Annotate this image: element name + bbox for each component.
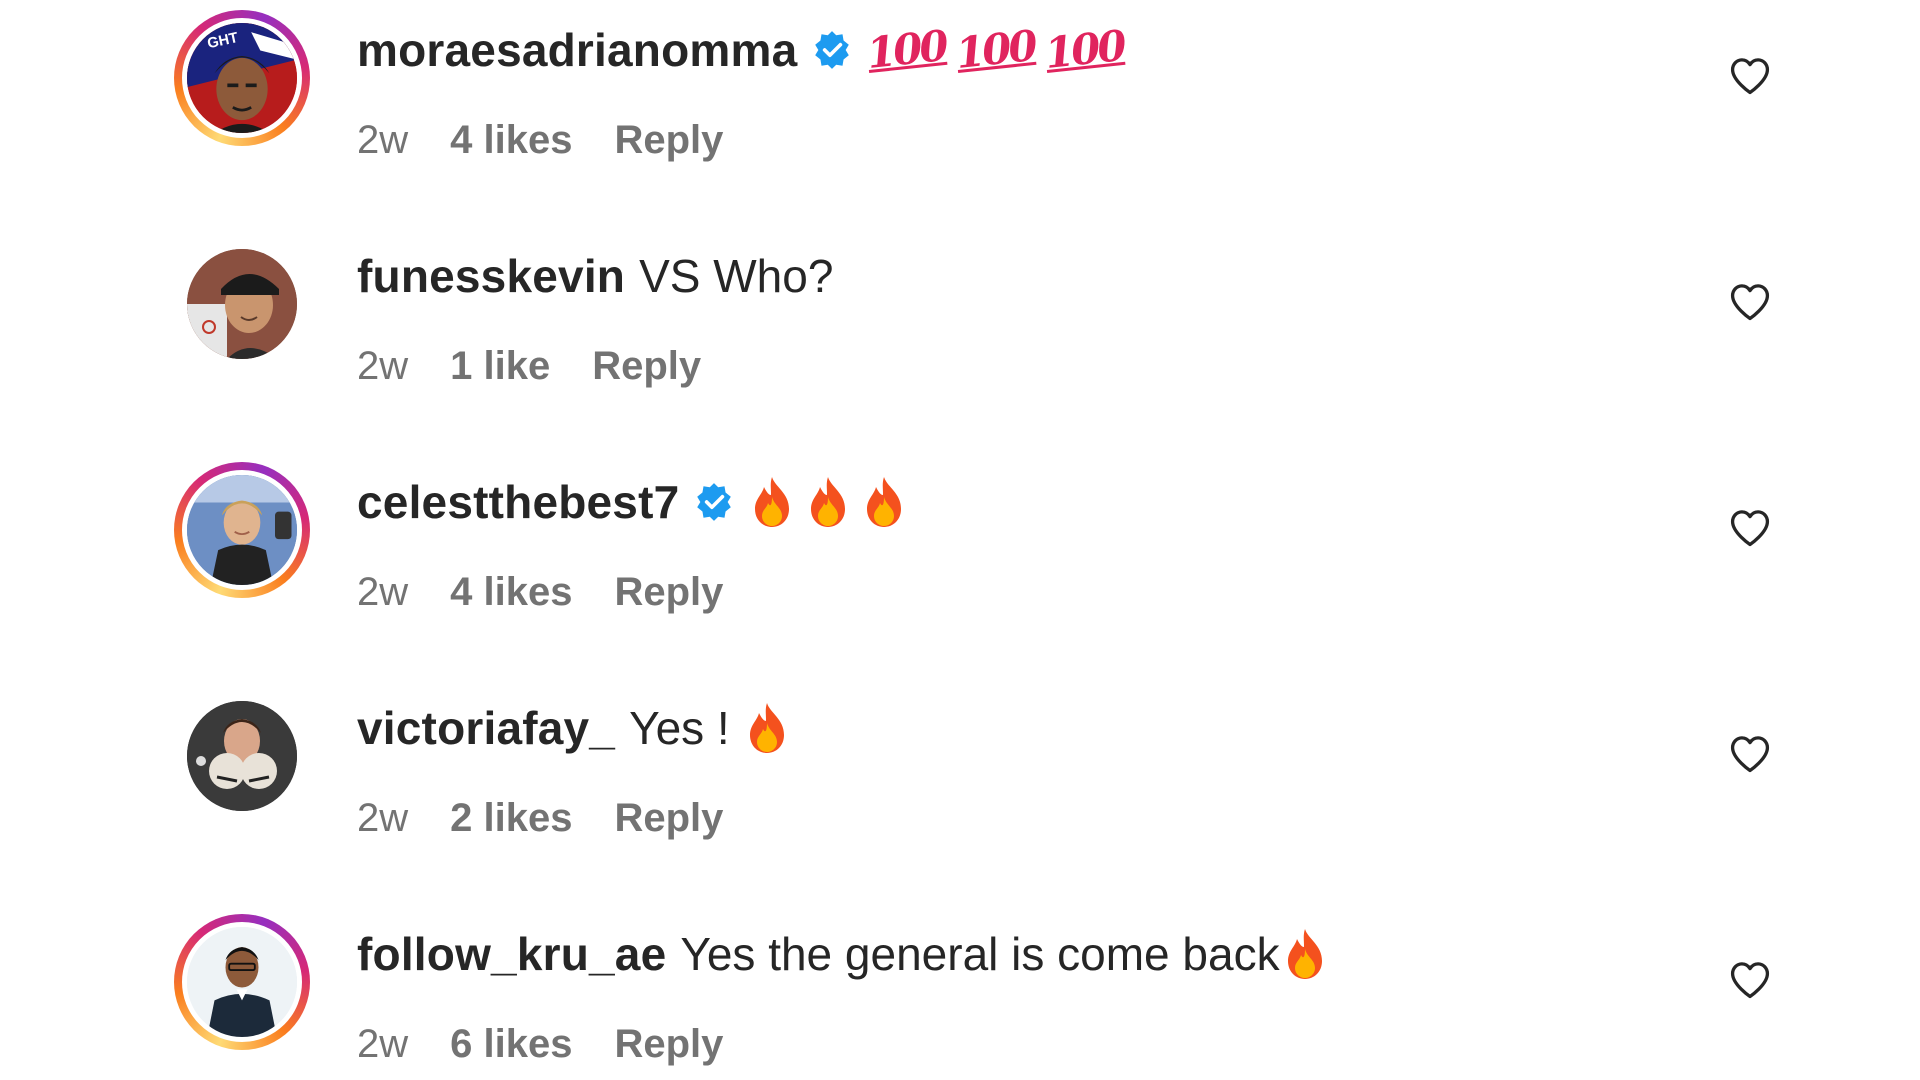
comment-time: 2w: [357, 796, 409, 840]
heart-outline-icon[interactable]: [1728, 958, 1772, 1002]
comment-meta: 2w 6 likes Reply: [357, 1018, 723, 1070]
avatar: GHT: [182, 18, 302, 138]
avatar-illustration-icon: GHT: [187, 23, 297, 133]
reply-button[interactable]: Reply: [614, 566, 723, 618]
avatar-photo-icon: [187, 249, 297, 359]
comment-time: 2w: [357, 118, 409, 162]
username[interactable]: moraesadrianomma: [357, 20, 797, 80]
fire-icon: [755, 477, 790, 527]
emoji-group: 100 100 100: [865, 20, 1126, 80]
avatar: [182, 922, 302, 1042]
comment-meta: 2w 2 likes Reply: [357, 792, 723, 844]
avatar-photo-icon: [187, 475, 297, 585]
avatar-wrap[interactable]: [174, 236, 310, 372]
avatar-story-ring[interactable]: [174, 914, 310, 1050]
avatar: [187, 701, 297, 811]
username[interactable]: follow_kru_ae: [357, 924, 666, 984]
reply-button[interactable]: Reply: [592, 340, 701, 392]
reply-button[interactable]: Reply: [614, 114, 723, 166]
comment-item: victoriafay_ Yes ! 2w 2 likes Reply: [0, 684, 1920, 884]
username[interactable]: victoriafay_: [357, 698, 615, 758]
reply-button[interactable]: Reply: [614, 792, 723, 844]
likes-count[interactable]: 2 likes: [450, 792, 572, 844]
emoji-group: [749, 475, 907, 529]
comment-time: 2w: [357, 1022, 409, 1066]
avatar-wrap[interactable]: [174, 688, 310, 824]
username[interactable]: celestthebest7: [357, 472, 679, 532]
comment-text-line: funesskevin VS Who?: [357, 246, 833, 306]
comment-text-line: follow_kru_ae Yes the general is come ba…: [357, 924, 1328, 984]
heart-outline-icon[interactable]: [1728, 280, 1772, 324]
comment-meta: 2w 1 like Reply: [357, 340, 701, 392]
verified-badge-icon: [815, 31, 850, 69]
likes-count[interactable]: 1 like: [450, 340, 550, 392]
heart-outline-icon[interactable]: [1728, 732, 1772, 776]
comment-text-line: celestthebest7: [357, 472, 907, 532]
reply-button[interactable]: Reply: [614, 1018, 723, 1070]
comment-meta: 2w 4 likes Reply: [357, 114, 723, 166]
fire-icon: [1287, 929, 1322, 979]
username[interactable]: funesskevin: [357, 246, 625, 306]
avatar-photo-icon: [187, 927, 297, 1037]
likes-count[interactable]: 4 likes: [450, 114, 572, 166]
comment-item: GHT moraesadrianomma 100 100 100 2w 4 li…: [0, 6, 1920, 206]
comment-body: Yes the general is come back: [680, 928, 1280, 980]
fire-icon: [811, 477, 846, 527]
comment-item: celestthebest7 2w 4 likes Reply: [0, 458, 1920, 658]
likes-count[interactable]: 4 likes: [450, 566, 572, 618]
comment-item: funesskevin VS Who? 2w 1 like Reply: [0, 232, 1920, 432]
comment-time: 2w: [357, 570, 409, 614]
comment-list: GHT moraesadrianomma 100 100 100 2w 4 li…: [0, 0, 1920, 1080]
avatar-photo-icon: [187, 701, 297, 811]
avatar: [187, 249, 297, 359]
emoji-group: [1282, 927, 1328, 981]
comment-body: Yes !: [629, 702, 730, 754]
likes-count[interactable]: 6 likes: [450, 1018, 572, 1070]
heart-outline-icon[interactable]: [1728, 54, 1772, 98]
fire-icon: [867, 477, 902, 527]
comment-item: follow_kru_ae Yes the general is come ba…: [0, 910, 1920, 1080]
emoji-group: [744, 701, 790, 755]
fire-icon: [749, 703, 784, 753]
comment-meta: 2w 4 likes Reply: [357, 566, 723, 618]
hundred-points-icon: 100: [953, 21, 1038, 78]
comment-text-line: victoriafay_ Yes !: [357, 698, 790, 758]
comment-time: 2w: [357, 344, 409, 388]
verified-badge-icon: [697, 483, 732, 521]
hundred-points-icon: 100: [864, 21, 949, 78]
hundred-points-icon: 100: [1042, 21, 1126, 78]
comment-text-line: moraesadrianomma 100 100 100: [357, 20, 1126, 80]
avatar-story-ring[interactable]: GHT: [174, 10, 310, 146]
avatar: [182, 470, 302, 590]
comment-body: VS Who?: [639, 250, 834, 302]
avatar-story-ring[interactable]: [174, 462, 310, 598]
heart-outline-icon[interactable]: [1728, 506, 1772, 550]
